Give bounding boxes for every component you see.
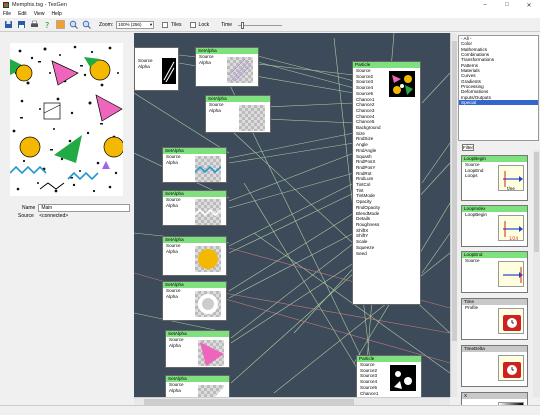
node-library: LoopBegin Source LoopEnd Loops t/ee Loop… [458, 153, 539, 415]
menu-bar: File Edit View Help [0, 10, 540, 18]
node-particle[interactable]: Particle Source Source2 Source3 Source4 … [356, 355, 422, 397]
node-thumbnail [227, 57, 253, 83]
lock-checkbox[interactable]: Lock [189, 21, 210, 28]
node-setalpha[interactable]: SetAlpha Source Alpha [162, 190, 227, 226]
source-value: <connected> [39, 213, 69, 219]
library-node-timedelta[interactable]: TimeDelta [461, 345, 528, 387]
node-particle[interactable]: Particle Source Source2 Source3 Source4 Sour… [352, 61, 421, 305]
library-node-title: X [462, 393, 527, 399]
menu-view[interactable]: View [34, 11, 45, 17]
toolbar: ? Zoom: 100% (256) ▾ Tiles Lock Time [0, 18, 540, 32]
node-port[interactable]: Seed [353, 251, 420, 257]
node-port[interactable]: Chance1 [357, 391, 421, 397]
clock-delta-icon [498, 355, 524, 381]
lock-label: Lock [198, 21, 210, 28]
node-graph-canvas[interactable]: Source Alpha SetAlpha Source Alpha SetAl… [134, 33, 450, 397]
loop-index-text: 1/24 [509, 236, 518, 241]
node-setalpha[interactable]: SetAlpha Source Alpha [205, 95, 271, 133]
zoom-label: Zoom: [99, 21, 114, 28]
zoom-value: 100% (256) [118, 22, 142, 27]
node-setalpha[interactable]: SetAlpha Source Alpha [165, 330, 230, 368]
properties-panel: Name Main Source <connected> [0, 33, 133, 405]
texture-preview [10, 43, 123, 196]
library-node-loopbegin[interactable]: LoopBegin Source LoopEnd Loops t/ee [461, 155, 528, 201]
menu-edit[interactable]: Edit [18, 11, 27, 17]
library-node-title: TimeDelta [462, 346, 527, 352]
node-thumbnail [390, 365, 416, 391]
memphis-texture-image [10, 43, 123, 196]
zoom-in-icon[interactable] [68, 20, 78, 30]
library-scrollbar[interactable] [533, 150, 540, 397]
category-list[interactable]: - All - Color Mathematics Combinations Trans… [458, 35, 539, 141]
node-setalpha[interactable]: SetAlpha Source Alpha [162, 281, 227, 321]
time-slider[interactable] [238, 21, 283, 29]
new-file-icon[interactable] [3, 20, 13, 30]
tiles-checkbox[interactable]: Tiles [162, 21, 182, 28]
time-slider-track [238, 24, 283, 26]
library-node-loopindex[interactable]: LoopIndex LoopBegin 1/24 [461, 205, 528, 247]
app-icon [3, 2, 9, 8]
node-thumbnail [195, 199, 221, 225]
library-node-loopend[interactable]: LoopEnd Source [461, 251, 528, 293]
time-label: Time [221, 21, 233, 28]
node-setalpha[interactable]: SetAlpha Source Alpha [162, 236, 227, 276]
node-thumbnail [195, 156, 221, 182]
minimize-button[interactable]: – [474, 0, 496, 10]
source-label: Source [18, 213, 34, 219]
title-bar: Memphis.tsg - TexGen – □ ✕ [0, 0, 540, 10]
loop-end-icon [498, 261, 524, 287]
node-thumbnail [195, 291, 221, 317]
tiles-label: Tiles [171, 21, 182, 28]
node-setalpha[interactable]: SetAlpha Source Alpha [165, 375, 230, 397]
name-label: Name [22, 205, 36, 211]
name-row: Name Main [22, 204, 131, 212]
clock-icon [498, 308, 524, 334]
canvas-vertical-scrollbar[interactable] [450, 33, 457, 397]
loop-begin-icon: t/ee [498, 165, 524, 191]
library-scroll-thumb[interactable] [534, 152, 539, 252]
source-row: Source <connected> [18, 213, 72, 219]
node-thumbnail [239, 105, 265, 131]
menu-help[interactable]: Help [51, 11, 61, 17]
name-field[interactable]: Main [38, 204, 131, 212]
chevron-down-icon: ▾ [149, 21, 153, 27]
loop-glyph-text: t/ee [507, 186, 515, 191]
node-thumbnail [198, 385, 224, 397]
filter-button[interactable]: Filter [462, 144, 474, 151]
library-panel: - All - Color Mathematics Combinations Trans… [457, 33, 540, 415]
help-icon[interactable]: ? [42, 20, 52, 30]
node-setalpha[interactable]: SetAlpha Source Alpha [162, 147, 227, 183]
image-export-icon[interactable] [55, 20, 65, 30]
node-thumbnail [198, 340, 224, 366]
node-thumbnail [389, 71, 415, 97]
close-button[interactable]: ✕ [518, 0, 540, 10]
node-thumbnail [195, 246, 221, 272]
zoom-select[interactable]: 100% (256) ▾ [116, 20, 155, 29]
zoom-out-icon[interactable] [81, 20, 91, 30]
maximize-button[interactable]: □ [496, 0, 518, 10]
node-thumbnail [162, 58, 176, 84]
tiles-checkbox-box[interactable] [162, 21, 169, 28]
svg-text:?: ? [45, 21, 49, 29]
canvas-horizontal-scrollbar[interactable] [134, 397, 450, 405]
menu-file[interactable]: File [3, 11, 11, 17]
window-title: Memphis.tsg - TexGen [12, 2, 67, 8]
loop-index-icon: 1/24 [498, 215, 524, 241]
node-setalpha[interactable]: SetAlpha Source Alpha [195, 47, 259, 87]
lock-checkbox-box[interactable] [189, 21, 196, 28]
save-icon[interactable] [16, 20, 26, 30]
print-icon[interactable] [29, 20, 39, 30]
time-slider-thumb[interactable] [241, 21, 245, 29]
library-node-time[interactable]: Time Profile [461, 298, 528, 340]
status-bar [0, 405, 540, 415]
category-item[interactable]: Special [459, 100, 538, 106]
node-partial[interactable]: Source Alpha [134, 47, 179, 91]
